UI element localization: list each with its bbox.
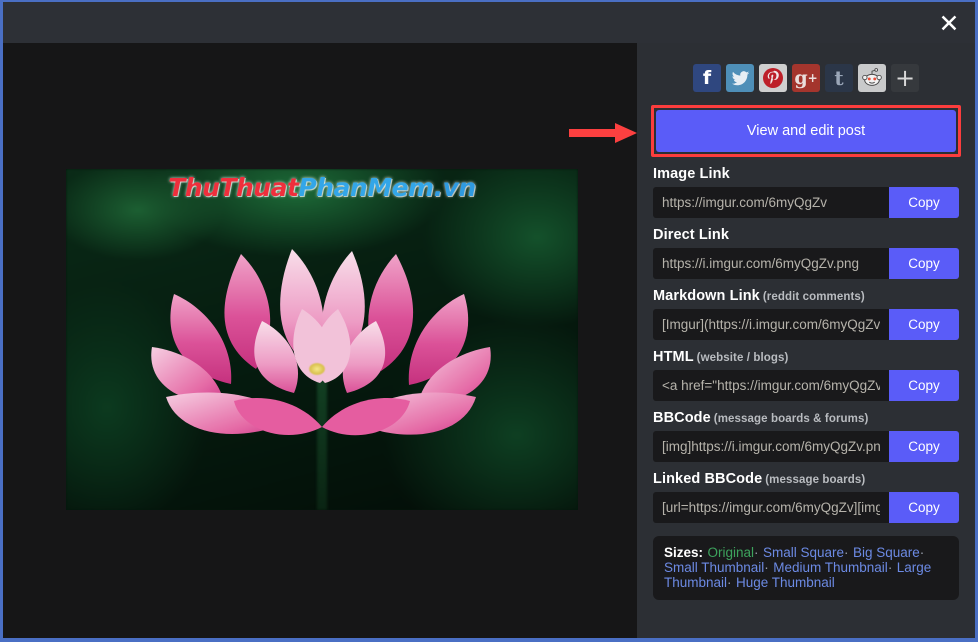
linked-bbcode-input[interactable] [653,492,889,523]
size-link-small-thumbnail[interactable]: Small Thumbnail [664,560,764,575]
pinterest-icon[interactable] [759,64,787,92]
field-input-row: Copy [653,370,959,401]
field-image-link: Image Link Copy [653,157,959,218]
image-preview-stage: ThuThuatPhanMem.vn [3,43,637,638]
copy-html-button[interactable]: Copy [889,370,959,401]
bbcode-input[interactable] [653,431,889,462]
field-label-text: Image Link [653,166,730,182]
copy-markdown-link-button[interactable]: Copy [889,309,959,340]
field-label-hint: (website / blogs) [697,352,789,364]
field-linked-bbcode: Linked BBCode(message boards) Copy [653,462,959,523]
direct-link-input[interactable] [653,248,889,279]
reddit-icon[interactable] [858,64,886,92]
copy-image-link-button[interactable]: Copy [889,187,959,218]
field-label-text: HTML [653,349,694,365]
field-input-row: Copy [653,248,959,279]
html-input[interactable] [653,370,889,401]
watermark-part-1: ThuThuat [168,173,298,202]
field-input-row: Copy [653,492,959,523]
field-label: Linked BBCode(message boards) [653,471,959,487]
field-direct-link: Direct Link Copy [653,218,959,279]
image-watermark: ThuThuatPhanMem.vn [66,173,578,202]
copy-linked-bbcode-button[interactable]: Copy [889,492,959,523]
field-markdown-link: Markdown Link(reddit comments) Copy [653,279,959,340]
field-label-hint: (message boards & forums) [714,413,869,425]
field-label: Image Link [653,166,959,182]
imgur-upload-dialog: ✕ [3,2,975,638]
field-label: Direct Link [653,227,959,243]
close-icon[interactable]: ✕ [935,10,963,36]
view-and-edit-post-button[interactable]: View and edit post [656,110,956,152]
sizes-separator: · [888,560,893,575]
size-link-huge-thumbnail[interactable]: Huge Thumbnail [736,575,835,590]
field-label-text: Direct Link [653,227,729,243]
sizes-separator: · [754,545,759,560]
annotation-arrow-icon [569,122,637,144]
twitter-icon[interactable] [726,64,754,92]
dialog-titlebar: ✕ [3,2,975,43]
image-link-input[interactable] [653,187,889,218]
size-link-original[interactable]: Original [707,545,754,560]
copy-direct-link-button[interactable]: Copy [889,248,959,279]
edit-post-highlight: View and edit post [651,105,961,157]
markdown-link-input[interactable] [653,309,889,340]
field-input-row: Copy [653,187,959,218]
copy-bbcode-button[interactable]: Copy [889,431,959,462]
lotus-flower-graphic [66,169,578,510]
watermark-part-3: .vn [434,173,476,202]
field-label-text: BBCode [653,410,711,426]
field-label-hint: (message boards) [765,474,865,486]
social-share-bar: f g+ t [637,43,975,92]
field-label: HTML(website / blogs) [653,349,959,365]
field-input-row: Copy [653,431,959,462]
field-label-text: Markdown Link [653,288,760,304]
share-sidebar: f g+ t [637,43,975,638]
field-label-hint: (reddit comments) [763,291,865,303]
sizes-label: Sizes: [664,545,703,560]
sizes-separator: · [727,575,732,590]
facebook-icon[interactable]: f [693,64,721,92]
sizes-separator: · [920,545,925,560]
google-plus-icon[interactable]: g+ [792,64,820,92]
sizes-separator: · [764,560,769,575]
field-label: Markdown Link(reddit comments) [653,288,959,304]
sizes-separator: · [844,545,849,560]
field-bbcode: BBCode(message boards & forums) Copy [653,401,959,462]
size-link-small-square[interactable]: Small Square [763,545,844,560]
field-label-text: Linked BBCode [653,471,762,487]
field-input-row: Copy [653,309,959,340]
sizes-box: Sizes: Original· Small Square· Big Squar… [653,536,959,600]
field-label: BBCode(message boards & forums) [653,410,959,426]
size-link-big-square[interactable]: Big Square [853,545,920,560]
size-link-medium-thumbnail[interactable]: Medium Thumbnail [773,560,888,575]
field-html: HTML(website / blogs) Copy [653,340,959,401]
watermark-part-2: PhanMem [298,173,433,202]
uploaded-image[interactable]: ThuThuatPhanMem.vn [66,169,578,510]
more-share-icon[interactable]: + [891,64,919,92]
tumblr-icon[interactable]: t [825,64,853,92]
